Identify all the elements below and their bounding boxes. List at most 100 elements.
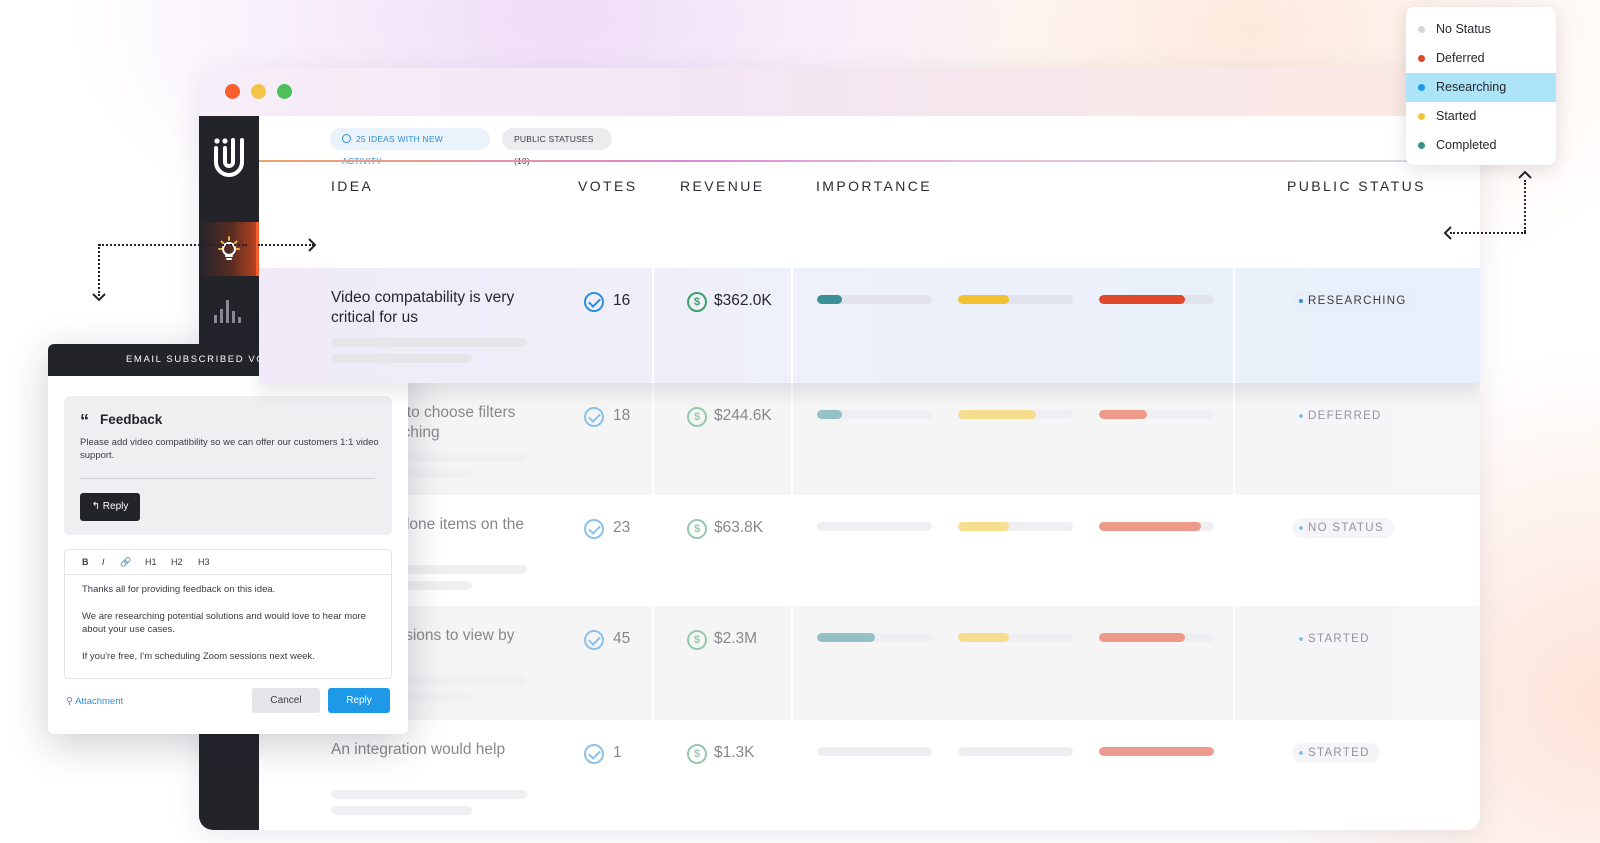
dollar-icon: $ [687,292,707,312]
table-row[interactable]: Set permissions to view by level45$$2.3M… [259,606,1480,720]
vote-check-icon[interactable] [584,292,604,312]
minimize-window-button[interactable] [251,84,266,99]
column-separator [1233,495,1235,606]
feedback-card: “ Feedback Please add video compatibilit… [64,396,392,535]
arrow-up-icon [1518,170,1532,179]
app-logo-icon[interactable] [211,136,247,178]
close-window-button[interactable] [225,84,240,99]
table-row[interactable]: Option to clone items on the board23$$63… [259,495,1480,606]
column-separator [652,268,654,383]
column-separator [1233,720,1235,830]
attachment-link[interactable]: ⚲ Attachment [66,696,123,707]
cancel-button[interactable]: Cancel [252,688,320,713]
quote-icon: “ [80,411,89,431]
heading3-button[interactable]: H3 [198,550,210,575]
heading2-button[interactable]: H2 [171,550,183,575]
status-dot-icon [1418,26,1425,33]
importance-fill [1099,633,1186,642]
column-separator [652,495,654,606]
status-option-label: Started [1436,109,1477,123]
vote-check-icon[interactable] [584,630,604,650]
column-separator [791,383,793,495]
vote-check-icon[interactable] [584,407,604,427]
status-badge[interactable]: STARTED [1292,743,1380,763]
column-header-importance[interactable]: IMPORTANCE [816,178,932,194]
column-separator [652,383,654,495]
nav-analytics[interactable] [199,284,259,338]
column-header-public-status[interactable]: PUBLIC STATUS [1287,178,1426,194]
column-separator [791,720,793,830]
status-badge[interactable]: RESEARCHING [1292,291,1417,311]
importance-fill [958,633,1009,642]
italic-button[interactable]: I [102,550,105,575]
table-row[interactable]: Add ability to choose filters when searc… [259,383,1480,495]
vote-check-icon[interactable] [584,744,604,764]
vote-count: 23 [613,519,631,536]
feedback-title: Feedback [100,412,163,427]
email-voters-modal: EMAIL SUBSCRIBED VOTERS “ Feedback Pleas… [48,344,408,734]
revenue-value: $63.8K [714,519,764,536]
column-separator [1233,383,1235,495]
nav-ideas[interactable] [199,222,259,276]
revenue-value: $362.0K [714,292,772,309]
dollar-icon: $ [687,407,707,427]
status-dot-icon [1418,84,1425,91]
column-header-revenue[interactable]: REVENUE [680,178,764,194]
importance-bar [1099,633,1214,642]
bar-chart-icon [214,300,241,323]
importance-bar [958,410,1073,419]
vote-count: 18 [613,407,631,424]
status-option-label: Deferred [1436,51,1485,65]
window-titlebar [199,68,1480,116]
new-activity-filter-chip[interactable]: 25 IDEAS WITH NEW ACTIVITY [330,128,490,166]
status-badge[interactable]: DEFERRED [1292,406,1392,426]
public-statuses-chip[interactable]: PUBLIC STATUSES (10) [502,128,612,166]
column-separator [791,268,793,383]
importance-bar [1099,410,1214,419]
table-row[interactable]: An integration would help 1 $ $1.3K STARTED [259,720,1480,830]
status-dot-icon [1418,55,1425,62]
bold-button[interactable]: B [82,550,89,575]
reply-editor[interactable]: B I 🔗 H1 H2 H3 Thanks all for providing … [64,549,392,679]
header-divider [259,160,1480,162]
column-separator [791,495,793,606]
public-status-dropdown[interactable]: No Status Deferred Researching Started Compl… [1406,7,1556,165]
send-reply-button[interactable]: Reply [328,688,390,713]
importance-bar [817,747,932,756]
importance-bar [1099,295,1214,304]
importance-bar [958,295,1073,304]
importance-bar [817,410,932,419]
status-option[interactable]: No Status [1406,15,1556,44]
status-badge[interactable]: NO STATUS [1292,518,1394,538]
heading1-button[interactable]: H1 [145,550,157,575]
dollar-icon: $ [687,744,707,764]
importance-fill [817,633,875,642]
importance-fill [817,295,843,304]
vote-check-icon[interactable] [584,519,604,539]
importance-bar [958,633,1073,642]
link-icon[interactable]: 🔗 [120,550,131,575]
column-header-votes[interactable]: VOTES [578,178,637,194]
status-badge[interactable]: STARTED [1292,629,1380,649]
column-header-idea[interactable]: IDEA [331,178,373,194]
editor-text-line: If you're free, I'm scheduling Zoom sess… [82,651,315,662]
status-option[interactable]: Deferred [1406,44,1556,73]
importance-fill [817,410,843,419]
status-dot-icon [1418,142,1425,149]
idea-title[interactable]: Video compatability is very critical for… [331,288,541,328]
connector-line [258,244,314,246]
feedback-body: Please add video compatibility so we can… [80,437,379,461]
status-option[interactable]: Started [1406,102,1556,131]
ideas-board: 25 IDEAS WITH NEW ACTIVITY PUBLIC STATUS… [259,116,1480,830]
status-option[interactable]: Completed [1406,131,1556,160]
connector-line [1524,180,1526,232]
reply-to-feedback-button[interactable]: ↰ Reply [80,493,140,521]
table-row[interactable]: Video compatability is very critical for… [259,268,1480,383]
maximize-window-button[interactable] [277,84,292,99]
column-separator [791,606,793,720]
status-option[interactable]: Researching [1406,73,1556,102]
vote-count: 45 [613,630,631,647]
idea-title[interactable]: An integration would help [331,740,541,760]
editor-text-line: Thanks all for providing feedback on thi… [82,584,276,595]
importance-fill [1099,747,1214,756]
